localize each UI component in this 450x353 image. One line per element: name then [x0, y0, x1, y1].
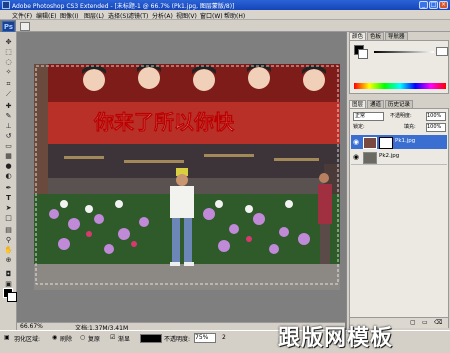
menu-filter[interactable]: 滤镜(T)	[128, 11, 148, 20]
fill-field[interactable]: 100%	[426, 123, 446, 132]
crop-tool-icon[interactable]: ⌗	[4, 80, 13, 88]
menu-layer[interactable]: 图层(L)	[84, 11, 104, 20]
layer-name[interactable]: Pk1.jpg	[395, 138, 415, 144]
background-color-swatch[interactable]	[7, 292, 17, 302]
feather-label: 羽化区域:	[14, 336, 41, 343]
color-spectrum[interactable]	[354, 83, 446, 89]
canvas-image: 你来了所以你快	[34, 64, 340, 290]
pen-tool-icon[interactable]: ✒	[4, 184, 13, 192]
gradient-tool-icon[interactable]: ▦	[4, 152, 13, 160]
menu-select[interactable]: 选择(S)	[108, 11, 129, 20]
checkbox-label[interactable]: 渐显	[118, 334, 130, 343]
minimize-button[interactable]: _	[419, 1, 428, 9]
radio-restore-label[interactable]: 复原	[88, 334, 100, 343]
slice-tool-icon[interactable]: ⟋	[4, 90, 13, 98]
lasso-tool-icon[interactable]: ◌	[4, 58, 13, 66]
magic-wand-tool-icon[interactable]: ✧	[4, 68, 13, 76]
banner-text: 你来了所以你快	[93, 110, 235, 134]
zoom-tool-icon[interactable]: ⊕	[4, 256, 13, 264]
menu-bar: 文件(F) 编辑(E) 图像(I) 图层(L) 选择(S) 滤镜(T) 分析(A…	[0, 10, 450, 20]
menu-image[interactable]: 图像(I)	[60, 11, 78, 20]
eraser-tool-icon[interactable]: ▭	[4, 142, 13, 150]
blur-tool-icon[interactable]: ●	[4, 162, 13, 170]
quick-mask-icon[interactable]: ◘	[4, 270, 13, 278]
move-tool-icon[interactable]: ✥	[4, 38, 13, 46]
menu-window[interactable]: 窗口(W)	[200, 11, 223, 20]
opacity-field[interactable]: 75%	[194, 333, 216, 343]
color-box[interactable]	[140, 334, 162, 343]
lock-label: 锁定:	[353, 124, 365, 130]
fill-label: 填充:	[404, 124, 416, 130]
healing-brush-tool-icon[interactable]: ✚	[4, 102, 13, 110]
menu-help[interactable]: 帮助(H)	[224, 11, 245, 20]
watermark-logo: 跟版网模板	[278, 326, 394, 351]
radio-icon[interactable]: ○	[80, 334, 85, 341]
hand-tool-icon[interactable]: ✋	[4, 246, 13, 254]
path-selection-tool-icon[interactable]: ➤	[4, 204, 13, 212]
opacity-label: 不透明度:	[390, 113, 412, 119]
blend-mode-select[interactable]: 正常	[353, 112, 384, 121]
eye-icon[interactable]: ◉	[353, 138, 359, 146]
radio-brush-label[interactable]: 刷除	[60, 334, 72, 343]
menu-file[interactable]: 文件(F)	[12, 11, 32, 20]
toolbox: ✥ ⬚ ◌ ✧ ⌗ ⟋ ✚ ✎ ⊥ ↺ ▭ ▦ ● ◐ ✒ T ➤ □ ▤ ⚲ …	[0, 32, 17, 330]
panels-dock: 颜色 色板 导航器 图层 通道 历史记录 正常 不透明度: 100% 锁定: 填…	[346, 32, 450, 330]
window-title: Adobe Photoshop CS3 Extended - [未标题-1 @ …	[12, 3, 235, 10]
eyedropper-tool-icon[interactable]: ⚲	[4, 236, 13, 244]
layer-mask-thumbnail[interactable]	[379, 137, 393, 149]
layer-thumbnail	[363, 152, 377, 164]
screen-mode-icon[interactable]: ▣	[4, 280, 13, 288]
app-icon	[2, 1, 10, 9]
color-panel-body	[349, 40, 449, 94]
options-bar	[16, 20, 450, 32]
layers-panel-body: 正常 不透明度: 100% 锁定: 填充: 100% ◉ Pk1.jpg ◉ P…	[349, 108, 449, 328]
notes-tool-icon[interactable]: ▤	[4, 226, 13, 234]
photoshop-logo: Ps	[2, 21, 15, 32]
layer-thumbnail	[363, 137, 377, 149]
layer-row-pk2[interactable]: ◉ Pk2.jpg	[351, 150, 447, 165]
start-icon[interactable]: ▣	[4, 334, 10, 341]
eye-icon[interactable]: ◉	[353, 153, 359, 161]
maximize-button[interactable]: □	[429, 1, 438, 9]
menu-analysis[interactable]: 分析(A)	[152, 11, 173, 20]
folder-icon[interactable]: ▭	[422, 319, 428, 326]
document-canvas[interactable]: 你来了所以你快	[34, 64, 340, 290]
dodge-tool-icon[interactable]: ◐	[4, 172, 13, 180]
color-slider[interactable]	[374, 51, 434, 53]
opacity-field[interactable]: 100%	[426, 112, 446, 121]
title-bar: Adobe Photoshop CS3 Extended - [未标题-1 @ …	[0, 0, 450, 10]
history-brush-tool-icon[interactable]: ↺	[4, 132, 13, 140]
opacity-label: 不透明度:	[164, 336, 191, 343]
tool-preset-icon[interactable]	[20, 22, 30, 31]
new-layer-icon[interactable]: ▢	[410, 319, 416, 326]
layer-row-pk1[interactable]: ◉ Pk1.jpg	[351, 135, 447, 149]
close-button[interactable]: ×	[439, 1, 448, 9]
radio-icon[interactable]: ◉	[52, 334, 57, 341]
trash-icon[interactable]: ⌫	[434, 319, 442, 326]
zoom-level[interactable]: 66.67%	[20, 323, 43, 330]
menu-view[interactable]: 视图(V)	[176, 11, 197, 20]
shape-tool-icon[interactable]: □	[4, 214, 13, 222]
color-bg-swatch[interactable]	[358, 49, 368, 59]
color-value-field[interactable]	[436, 47, 448, 56]
checkbox-icon[interactable]: ☑	[110, 334, 115, 341]
type-tool-icon[interactable]: T	[4, 194, 13, 202]
clone-stamp-tool-icon[interactable]: ⊥	[4, 122, 13, 130]
marquee-tool-icon[interactable]: ⬚	[4, 48, 13, 56]
menu-edit[interactable]: 编辑(E)	[36, 11, 56, 20]
layer-name[interactable]: Pk2.jpg	[379, 153, 399, 159]
extra-value: 2	[222, 334, 226, 341]
brush-tool-icon[interactable]: ✎	[4, 112, 13, 120]
